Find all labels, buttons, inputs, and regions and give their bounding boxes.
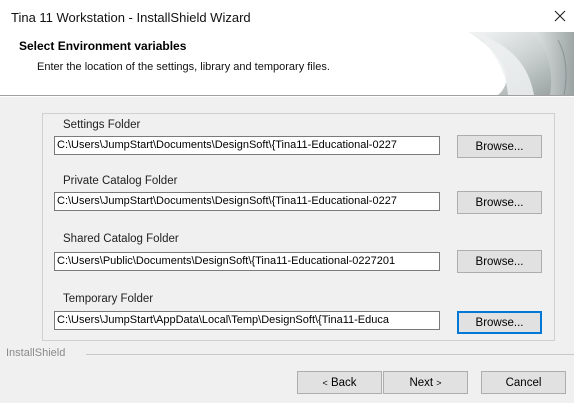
private-catalog-folder-field[interactable]: C:\Users\JumpStart\Documents\DesignSoft\…	[54, 192, 440, 211]
temporary-folder-label: Temporary Folder	[63, 293, 154, 305]
header-title: Select Environment variables	[19, 39, 187, 53]
cancel-button[interactable]: Cancel	[481, 371, 566, 394]
title-bar: Tina 11 Workstation - InstallShield Wiza…	[0, 0, 574, 32]
window-title: Tina 11 Workstation - InstallShield Wiza…	[11, 10, 251, 25]
next-button[interactable]: Next >	[383, 371, 468, 394]
back-button[interactable]: < Back	[297, 371, 382, 394]
installshield-brand-label: InstallShield	[6, 347, 66, 359]
shared-catalog-browse-button[interactable]: Browse...	[457, 250, 542, 273]
chevron-left-icon: <	[322, 377, 328, 388]
shared-catalog-folder-label: Shared Catalog Folder	[63, 233, 179, 245]
settings-browse-button[interactable]: Browse...	[457, 135, 542, 158]
settings-folder-field[interactable]: C:\Users\JumpStart\Documents\DesignSoft\…	[54, 136, 440, 155]
next-button-label: Next	[409, 376, 434, 389]
back-button-label: Back	[330, 376, 357, 389]
installer-window: Tina 11 Workstation - InstallShield Wiza…	[0, 0, 574, 403]
shared-catalog-folder-field[interactable]: C:\Users\Public\Documents\DesignSoft\{Ti…	[54, 252, 440, 271]
private-catalog-folder-label: Private Catalog Folder	[63, 175, 178, 187]
chevron-right-icon: >	[436, 377, 442, 388]
private-catalog-browse-button[interactable]: Browse...	[457, 191, 542, 214]
temporary-browse-button[interactable]: Browse...	[457, 311, 542, 334]
header-subtitle: Enter the location of the settings, libr…	[37, 61, 330, 73]
header-separator-highlight	[0, 96, 574, 97]
temporary-folder-field[interactable]: C:\Users\JumpStart\AppData\Local\Temp\De…	[54, 311, 440, 330]
wizard-header: Select Environment variables Enter the l…	[0, 32, 574, 96]
close-icon[interactable]	[548, 4, 572, 28]
settings-folder-label: Settings Folder	[63, 119, 141, 131]
footer-separator	[86, 354, 574, 355]
installshield-header-graphic	[438, 32, 574, 96]
